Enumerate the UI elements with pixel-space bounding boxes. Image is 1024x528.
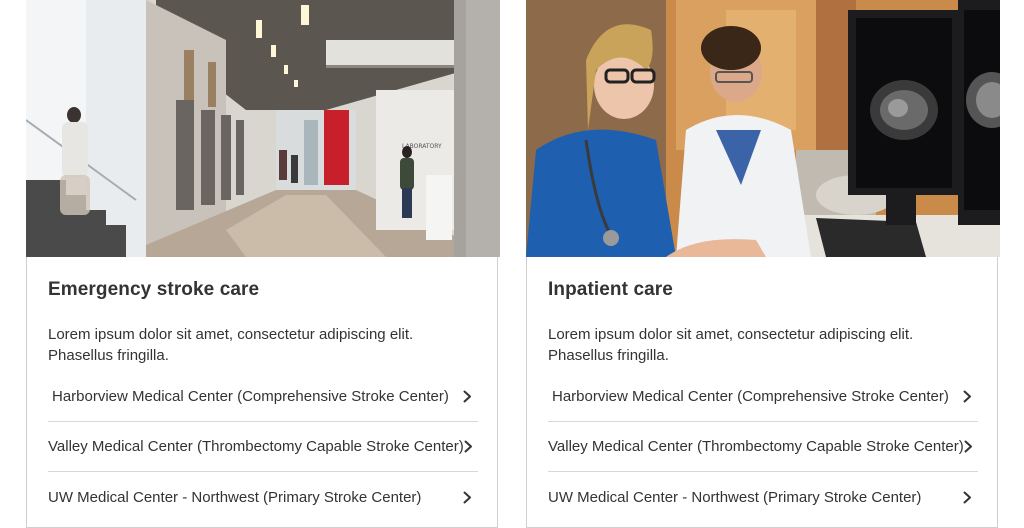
card-description: Lorem ipsum dolor sit amet, consectetur … bbox=[548, 326, 914, 364]
chevron-right-icon[interactable] bbox=[460, 390, 474, 404]
link-valley[interactable]: Valley Medical Center (Thrombectomy Capa… bbox=[548, 422, 978, 472]
card-description: Lorem ipsum dolor sit amet, consectetur … bbox=[48, 326, 414, 364]
card-image-doctors-reviewing-scans bbox=[526, 0, 1000, 257]
card-title: Inpatient care bbox=[548, 279, 673, 300]
card-title: Emergency stroke care bbox=[48, 279, 260, 300]
chevron-right-icon[interactable] bbox=[960, 490, 974, 504]
card-emergency-stroke-care: LABORATORY Emergency stroke care Lorem i… bbox=[26, 0, 500, 528]
card-image-hospital-corridor: LABORATORY bbox=[26, 0, 500, 257]
link-harborview[interactable]: Harborview Medical Center (Comprehensive… bbox=[48, 372, 478, 422]
card-body: Inpatient care Lorem ipsum dolor sit ame… bbox=[527, 257, 997, 527]
link-label[interactable]: Valley Medical Center (Thrombectomy Capa… bbox=[548, 438, 964, 455]
location-link-list: Harborview Medical Center (Comprehensive… bbox=[48, 372, 478, 522]
link-label[interactable]: UW Medical Center - Northwest (Primary S… bbox=[548, 489, 921, 506]
location-link-list: Harborview Medical Center (Comprehensive… bbox=[548, 372, 978, 522]
link-uw-northwest[interactable]: UW Medical Center - Northwest (Primary S… bbox=[548, 472, 978, 522]
page: LABORATORY Emergency stroke care Lorem i… bbox=[0, 0, 1024, 528]
link-label[interactable]: Harborview Medical Center (Comprehensive… bbox=[548, 388, 949, 405]
link-harborview[interactable]: Harborview Medical Center (Comprehensive… bbox=[548, 372, 978, 422]
link-label[interactable]: Valley Medical Center (Thrombectomy Capa… bbox=[48, 438, 464, 455]
link-label[interactable]: Harborview Medical Center (Comprehensive… bbox=[48, 388, 449, 405]
link-valley[interactable]: Valley Medical Center (Thrombectomy Capa… bbox=[48, 422, 478, 472]
chevron-right-icon[interactable] bbox=[960, 390, 974, 404]
chevron-right-icon[interactable] bbox=[964, 440, 974, 454]
card-body: Emergency stroke care Lorem ipsum dolor … bbox=[27, 257, 497, 527]
chevron-right-icon[interactable] bbox=[460, 490, 474, 504]
link-uw-northwest[interactable]: UW Medical Center - Northwest (Primary S… bbox=[48, 472, 478, 522]
chevron-right-icon[interactable] bbox=[464, 440, 474, 454]
link-label[interactable]: UW Medical Center - Northwest (Primary S… bbox=[48, 489, 421, 506]
card-inpatient-care: Inpatient care Lorem ipsum dolor sit ame… bbox=[526, 0, 1000, 528]
